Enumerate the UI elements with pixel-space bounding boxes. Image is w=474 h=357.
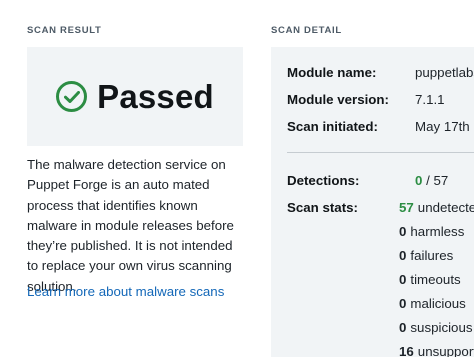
scan-detail-panel: Module name: puppetlabs/st Module versio…	[271, 47, 474, 357]
detections-total: / 57	[426, 173, 449, 188]
scan-detail-heading: SCAN DETAIL	[271, 25, 342, 36]
module-name-label: Module name:	[287, 65, 377, 80]
scan-initiated-value: May 17th 202	[415, 119, 474, 134]
stat-timeouts: 0 timeouts	[399, 272, 461, 287]
stat-malicious: 0 malicious	[399, 296, 466, 311]
module-version-label: Module version:	[287, 92, 389, 107]
scan-result-panel: Passed	[27, 47, 243, 146]
scan-stats-row: Scan stats:	[287, 200, 358, 215]
detections-count: 0	[415, 173, 423, 188]
detections-label: Detections:	[287, 173, 360, 188]
scan-initiated-row: Scan initiated: May 17th 202	[287, 119, 474, 134]
stat-unsupported: 16 unsupport	[399, 344, 474, 357]
detections-value: 0 / 57	[415, 173, 448, 188]
stat-undetected: 57 undetecte	[399, 200, 474, 215]
learn-more-malware-link[interactable]: Learn more about malware scans	[27, 284, 224, 299]
module-version-value: 7.1.1	[415, 92, 445, 107]
scan-stats-label: Scan stats:	[287, 200, 358, 215]
stat-failures: 0 failures	[399, 248, 454, 263]
scan-initiated-label: Scan initiated:	[287, 119, 378, 134]
check-circle-icon	[56, 81, 88, 112]
module-version-row: Module version: 7.1.1	[287, 92, 445, 107]
scan-status: Passed	[97, 77, 214, 115]
stat-harmless: 0 harmless	[399, 224, 465, 239]
detail-divider	[287, 152, 474, 153]
detections-row: Detections: 0 / 57	[287, 173, 448, 188]
scan-description: The malware detection service on Puppet …	[27, 157, 234, 294]
scan-result-heading: SCAN RESULT	[27, 25, 102, 36]
module-name-value: puppetlabs/st	[415, 65, 474, 80]
module-name-row: Module name: puppetlabs/st	[287, 65, 474, 80]
stat-suspicious: 0 suspicious	[399, 320, 473, 335]
